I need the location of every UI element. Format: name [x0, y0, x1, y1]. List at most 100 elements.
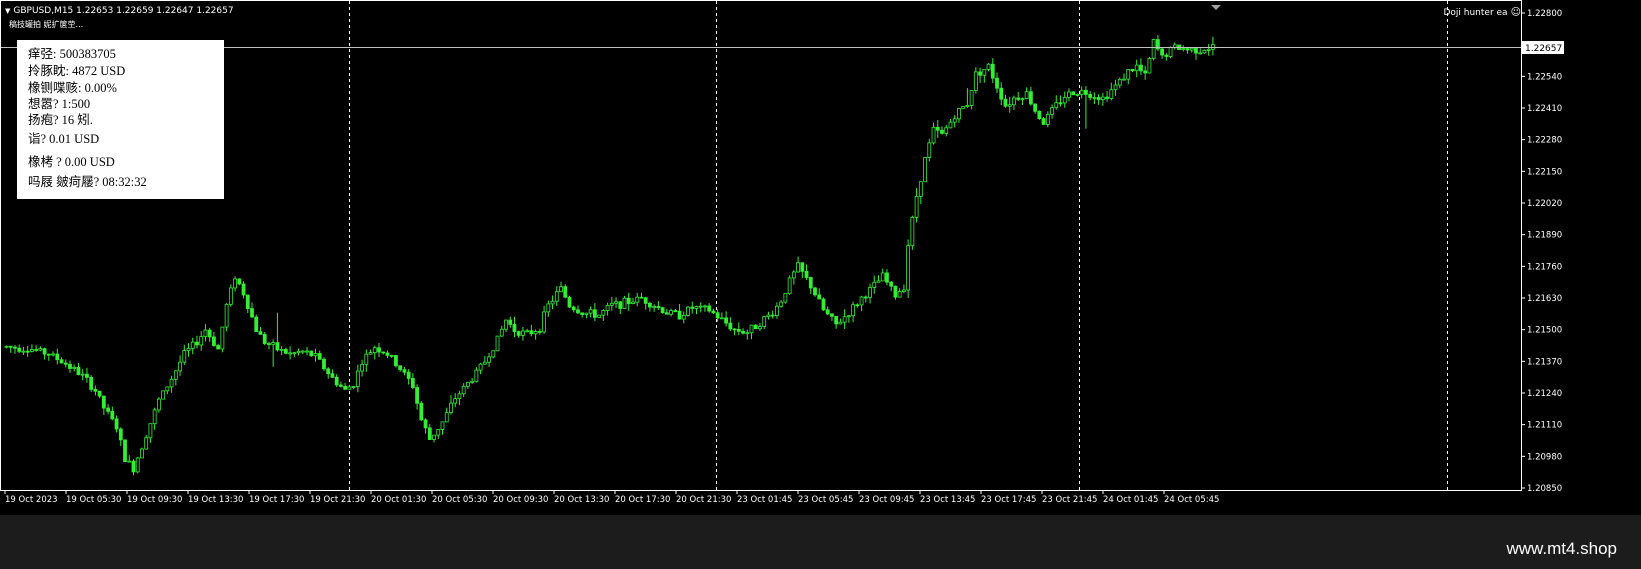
x-tick-label: 19 Oct 17:30: [249, 495, 304, 505]
candle-body: [868, 287, 872, 298]
candle-body: [355, 370, 360, 387]
candle-body: [703, 305, 707, 308]
expert-advisor-label[interactable]: Doji hunter ea ☺: [1443, 7, 1521, 18]
candle-body: [410, 378, 415, 388]
candle-body: [999, 87, 1004, 100]
candle-body: [1113, 84, 1118, 91]
candle-body: [1189, 47, 1194, 51]
candle-body: [233, 278, 237, 289]
x-tick-label: 19 Oct 13:30: [188, 495, 243, 505]
candle-body: [72, 366, 77, 369]
candle-body: [605, 304, 610, 311]
candle-body: [715, 312, 720, 319]
candle-body: [465, 381, 470, 387]
candle-body: [804, 270, 809, 278]
candle-body: [1058, 102, 1063, 105]
footer-bar: [0, 515, 1641, 569]
y-tick-label: 1.21630: [1527, 294, 1562, 304]
candle-body: [131, 460, 136, 473]
candle-body: [1041, 118, 1046, 125]
collapse-triangle-icon[interactable]: ▼: [5, 7, 10, 15]
candle-body: [21, 350, 26, 353]
candle-body: [123, 439, 127, 462]
candle-body: [1075, 93, 1080, 96]
candle-body: [952, 118, 957, 123]
candle-body: [288, 352, 293, 355]
candle-body: [576, 309, 580, 314]
candle-body: [1016, 97, 1021, 100]
current-price-text: 1.22657: [1525, 44, 1562, 54]
candle-body: [571, 306, 576, 311]
x-tick-label: 24 Oct 01:45: [1103, 495, 1158, 505]
candle-body: [618, 301, 623, 309]
candle-body: [135, 457, 140, 473]
candle-body: [68, 363, 72, 369]
candle-body: [224, 303, 229, 328]
y-tick-label: 1.21760: [1527, 262, 1562, 272]
candle-body: [880, 272, 885, 282]
candle-body: [487, 356, 491, 363]
candle-body: [385, 352, 390, 356]
price-axis[interactable]: 1.228001.226701.225401.224101.222801.221…: [1521, 9, 1562, 494]
candle-body: [207, 329, 212, 338]
candle-body: [990, 63, 995, 79]
candle-body: [842, 316, 847, 323]
candle-body: [597, 314, 602, 318]
candle-body: [554, 291, 559, 302]
candle-body: [728, 322, 733, 330]
candle-body: [609, 302, 614, 306]
candle-body: [343, 385, 348, 390]
candle-body: [876, 280, 881, 283]
candle-body: [453, 398, 458, 404]
candle-body: [1071, 91, 1076, 96]
candle-body: [80, 373, 85, 376]
candle-body: [745, 332, 750, 335]
candle-body: [639, 296, 644, 299]
candle-body: [821, 298, 826, 311]
candle-body: [1054, 102, 1059, 109]
candle-body: [648, 302, 652, 308]
candle-body: [690, 306, 695, 309]
x-tick-label: 23 Oct 21:45: [1042, 495, 1097, 505]
candle-body: [51, 353, 55, 356]
candle-body: [161, 390, 166, 400]
candle-body: [347, 386, 352, 390]
candle-body: [182, 350, 187, 363]
candle-body: [1084, 89, 1088, 95]
candle-body: [830, 313, 834, 317]
candle-body: [1117, 79, 1122, 86]
candle-body: [753, 324, 758, 330]
candle-body: [834, 315, 839, 325]
candle-body: [377, 347, 381, 353]
indicator-subtitle: 稿技罐拍 妮扩箧茔...: [9, 20, 84, 29]
candle-body: [686, 306, 690, 316]
candle-body: [550, 300, 555, 305]
candle-body: [601, 310, 606, 316]
candle-body: [537, 331, 542, 333]
candle-body: [1130, 68, 1135, 72]
shift-marker-icon[interactable]: [1211, 5, 1221, 10]
candle-body: [914, 195, 919, 218]
time-axis[interactable]: 19 Oct 2023 19 Oct 05:30 19 Oct 09:30 19 Oc…: [4, 490, 1219, 505]
candle-body: [855, 304, 860, 307]
candle-body: [775, 305, 779, 317]
spread-row: 扬疱? 16 矧.: [28, 113, 93, 127]
symbol-info: ▼ GBPUSD,M15 1.22653 1.22659 1.22647 1.22…: [5, 6, 234, 16]
candle-body: [770, 314, 775, 317]
candle-body: [423, 419, 428, 429]
candle-body: [813, 287, 817, 296]
candle-body: [825, 309, 830, 315]
candle-body: [694, 306, 699, 309]
candle-body: [504, 319, 508, 330]
candle-body: [986, 63, 991, 70]
ea-name-text: Doji hunter ea: [1443, 8, 1508, 18]
candle-body: [237, 278, 242, 285]
candle-body: [89, 377, 94, 390]
candle-body: [673, 310, 678, 312]
price-chart[interactable]: 1.228001.226701.225401.224101.222801.221…: [0, 0, 1641, 515]
candle-body: [796, 262, 800, 273]
candle-body: [1079, 89, 1084, 95]
candle-body: [279, 349, 284, 351]
candle-body: [326, 368, 331, 375]
smiley-icon[interactable]: ☺: [1511, 7, 1521, 18]
